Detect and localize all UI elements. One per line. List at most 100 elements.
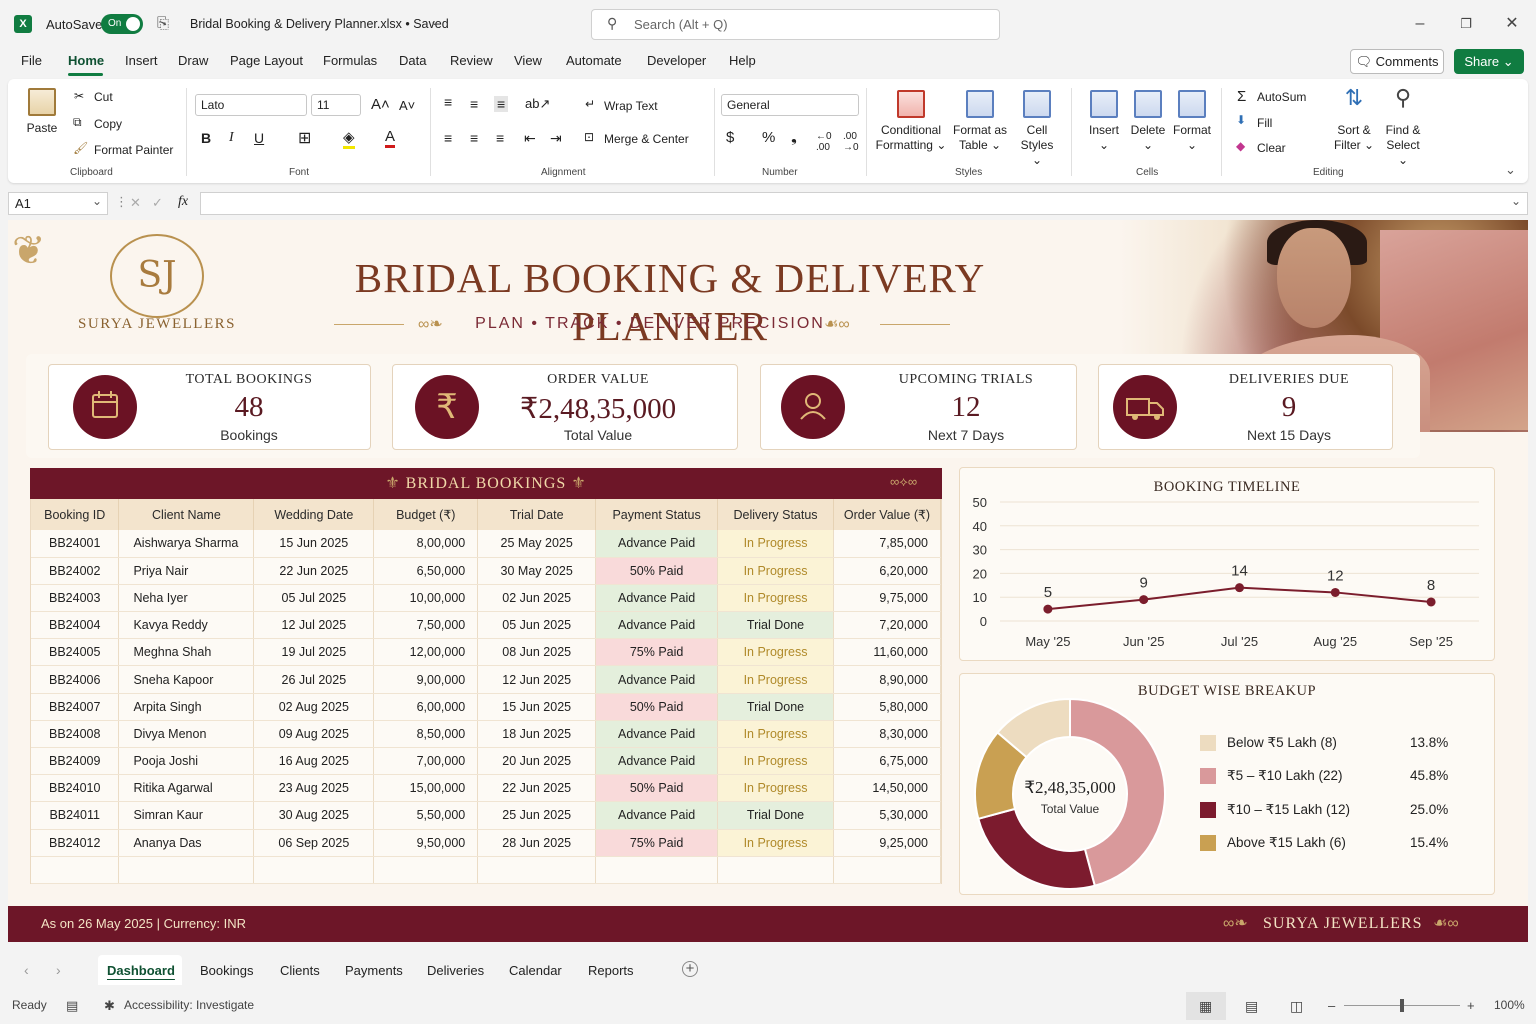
underline-icon[interactable]: U (254, 130, 264, 146)
table-cell[interactable]: 05 Jul 2025 (253, 584, 375, 613)
table-row[interactable]: BB24011 Simran Kaur 30 Aug 2025 5,50,000 25 … (31, 801, 942, 830)
table-cell[interactable]: Priya Nair (118, 557, 255, 585)
column-header[interactable]: Client Name (118, 499, 255, 530)
table-cell[interactable]: 12 Jul 2025 (253, 611, 375, 640)
table-cell[interactable]: In Progress (717, 557, 834, 585)
table-cell[interactable]: 09 Aug 2025 (253, 720, 375, 749)
sheet-tab-reports[interactable]: Reports (588, 963, 634, 978)
table-cell[interactable]: BB24004 (31, 611, 120, 640)
sort-filter-button[interactable]: ⇅ Sort & Filter ⌄ (1331, 87, 1377, 153)
table-cell[interactable]: In Progress (717, 584, 834, 613)
sheet-tab-bookings[interactable]: Bookings (200, 963, 253, 978)
table-cell[interactable]: In Progress (717, 720, 834, 749)
table-cell[interactable]: 28 Jun 2025 (477, 829, 597, 857)
more-icon[interactable]: ⋮ (115, 194, 128, 210)
table-cell[interactable]: 26 Jul 2025 (253, 665, 375, 694)
sheet-tab-dashboard[interactable]: Dashboard (107, 963, 175, 978)
table-cell[interactable]: Trial Done (717, 693, 834, 721)
table-cell[interactable]: 8,90,000 (833, 665, 942, 694)
align-top-icon[interactable]: ≡ (444, 94, 452, 110)
table-cell[interactable]: In Progress (717, 665, 834, 694)
menu-file[interactable]: File (21, 53, 42, 68)
table-cell[interactable]: 23 Aug 2025 (253, 774, 375, 803)
increase-decimal-icon[interactable]: ←0.00 (816, 131, 832, 153)
menu-page-layout[interactable]: Page Layout (230, 53, 303, 68)
table-cell[interactable]: Trial Done (717, 801, 834, 830)
add-sheet-icon[interactable]: + (682, 961, 698, 977)
table-cell[interactable]: 7,50,000 (373, 611, 479, 640)
table-cell[interactable]: BB24002 (31, 557, 120, 585)
table-cell[interactable]: 02 Jun 2025 (477, 584, 597, 613)
page-layout-view-icon[interactable]: ▤ (1245, 998, 1258, 1015)
table-cell[interactable]: 5,30,000 (833, 801, 942, 830)
table-cell[interactable]: 8,50,000 (373, 720, 479, 749)
column-header[interactable]: Payment Status (595, 499, 719, 530)
increase-indent-icon[interactable]: ⇥ (550, 130, 562, 147)
table-cell[interactable]: BB24003 (31, 584, 120, 613)
column-header[interactable]: Wedding Date (253, 499, 375, 530)
table-row[interactable]: BB24010 Ritika Agarwal 23 Aug 2025 15,00,00… (31, 774, 942, 803)
table-cell[interactable]: 7,20,000 (833, 611, 942, 640)
table-cell[interactable]: 15 Jun 2025 (477, 693, 597, 721)
table-row[interactable]: BB24008 Divya Menon 09 Aug 2025 8,50,000 18 … (31, 720, 942, 749)
zoom-in-icon[interactable]: + (1467, 998, 1475, 1013)
table-cell[interactable]: 75% Paid (595, 638, 719, 667)
paste-button[interactable]: Paste (22, 88, 62, 136)
autosave-toggle[interactable]: On (101, 14, 143, 34)
table-cell[interactable]: BB24011 (31, 801, 120, 830)
table-cell[interactable]: Advance Paid (595, 530, 719, 558)
decrease-indent-icon[interactable]: ⇤ (524, 130, 536, 147)
format-painter-button[interactable]: Format Painter (94, 143, 173, 157)
search-input[interactable]: Search (Alt + Q) (591, 9, 1000, 40)
find-select-button[interactable]: ⚲ Find & Select ⌄ (1380, 87, 1426, 168)
column-header[interactable]: Budget (₹) (373, 499, 479, 530)
decrease-font-icon[interactable]: A˅ (399, 98, 415, 113)
sheet-tab-deliveries[interactable]: Deliveries (427, 963, 484, 978)
normal-view-icon[interactable]: ▦ (1199, 998, 1212, 1015)
column-header[interactable]: Booking ID (31, 499, 120, 530)
table-cell[interactable]: 6,20,000 (833, 557, 942, 585)
table-cell[interactable]: 5,80,000 (833, 693, 942, 721)
zoom-level[interactable]: 100% (1494, 998, 1525, 1012)
minimize-icon[interactable]: – (1405, 10, 1435, 38)
table-cell[interactable]: 19 Jul 2025 (253, 638, 375, 667)
table-cell[interactable]: 75% Paid (595, 829, 719, 857)
comma-icon[interactable]: ❟ (791, 129, 797, 146)
table-row[interactable]: BB24009 Pooja Joshi 16 Aug 2025 7,00,000 20 … (31, 747, 942, 776)
table-cell[interactable]: 9,25,000 (833, 829, 942, 857)
table-cell[interactable]: 10,00,000 (373, 584, 479, 613)
menu-home[interactable]: Home (68, 53, 104, 68)
collapse-ribbon-icon[interactable]: ⌄ (1505, 162, 1516, 178)
table-cell[interactable]: 50% Paid (595, 774, 719, 803)
zoom-out-icon[interactable]: – (1328, 998, 1335, 1013)
table-cell[interactable]: 6,00,000 (373, 693, 479, 721)
align-middle-icon[interactable]: ≡ (470, 96, 478, 112)
table-cell[interactable]: 15 Jun 2025 (253, 530, 375, 558)
table-cell[interactable]: Neha Iyer (118, 584, 255, 613)
table-cell[interactable]: 05 Jun 2025 (477, 611, 597, 640)
scroll-left-icon[interactable]: ‹ (24, 962, 29, 978)
align-left-icon[interactable]: ≡ (444, 130, 452, 146)
font-name-select[interactable]: Lato (195, 94, 307, 116)
table-cell[interactable]: Ananya Das (118, 829, 255, 857)
file-name[interactable]: Bridal Booking & Delivery Planner.xlsx •… (190, 17, 449, 31)
table-cell[interactable]: 6,50,000 (373, 557, 479, 585)
table-cell[interactable]: Meghna Shah (118, 638, 255, 667)
comments-button[interactable]: 🗨 Comments (1350, 49, 1444, 74)
sheet-tab-clients[interactable]: Clients (280, 963, 320, 978)
namebox-chevron-icon[interactable]: ⌄ (92, 194, 102, 208)
kpi-card-deliveries-due[interactable]: DELIVERIES DUE 9 Next 15 Days (1098, 364, 1393, 450)
cancel-icon[interactable]: ✕ (130, 195, 141, 211)
table-cell[interactable]: In Progress (717, 530, 834, 558)
menu-insert[interactable]: Insert (125, 53, 158, 68)
bold-icon[interactable]: B (201, 130, 211, 146)
expand-formula-icon[interactable]: ⌄ (1511, 194, 1521, 208)
merge-center-button[interactable]: Merge & Center (604, 132, 689, 146)
fill-color-icon[interactable]: ◈ (343, 128, 355, 149)
table-cell[interactable]: 9,00,000 (373, 665, 479, 694)
orientation-icon[interactable]: ab↗ (525, 96, 550, 112)
table-cell[interactable]: Kavya Reddy (118, 611, 255, 640)
menu-view[interactable]: View (514, 53, 542, 68)
table-cell[interactable]: Advance Paid (595, 801, 719, 830)
wrap-text-button[interactable]: Wrap Text (604, 99, 658, 113)
